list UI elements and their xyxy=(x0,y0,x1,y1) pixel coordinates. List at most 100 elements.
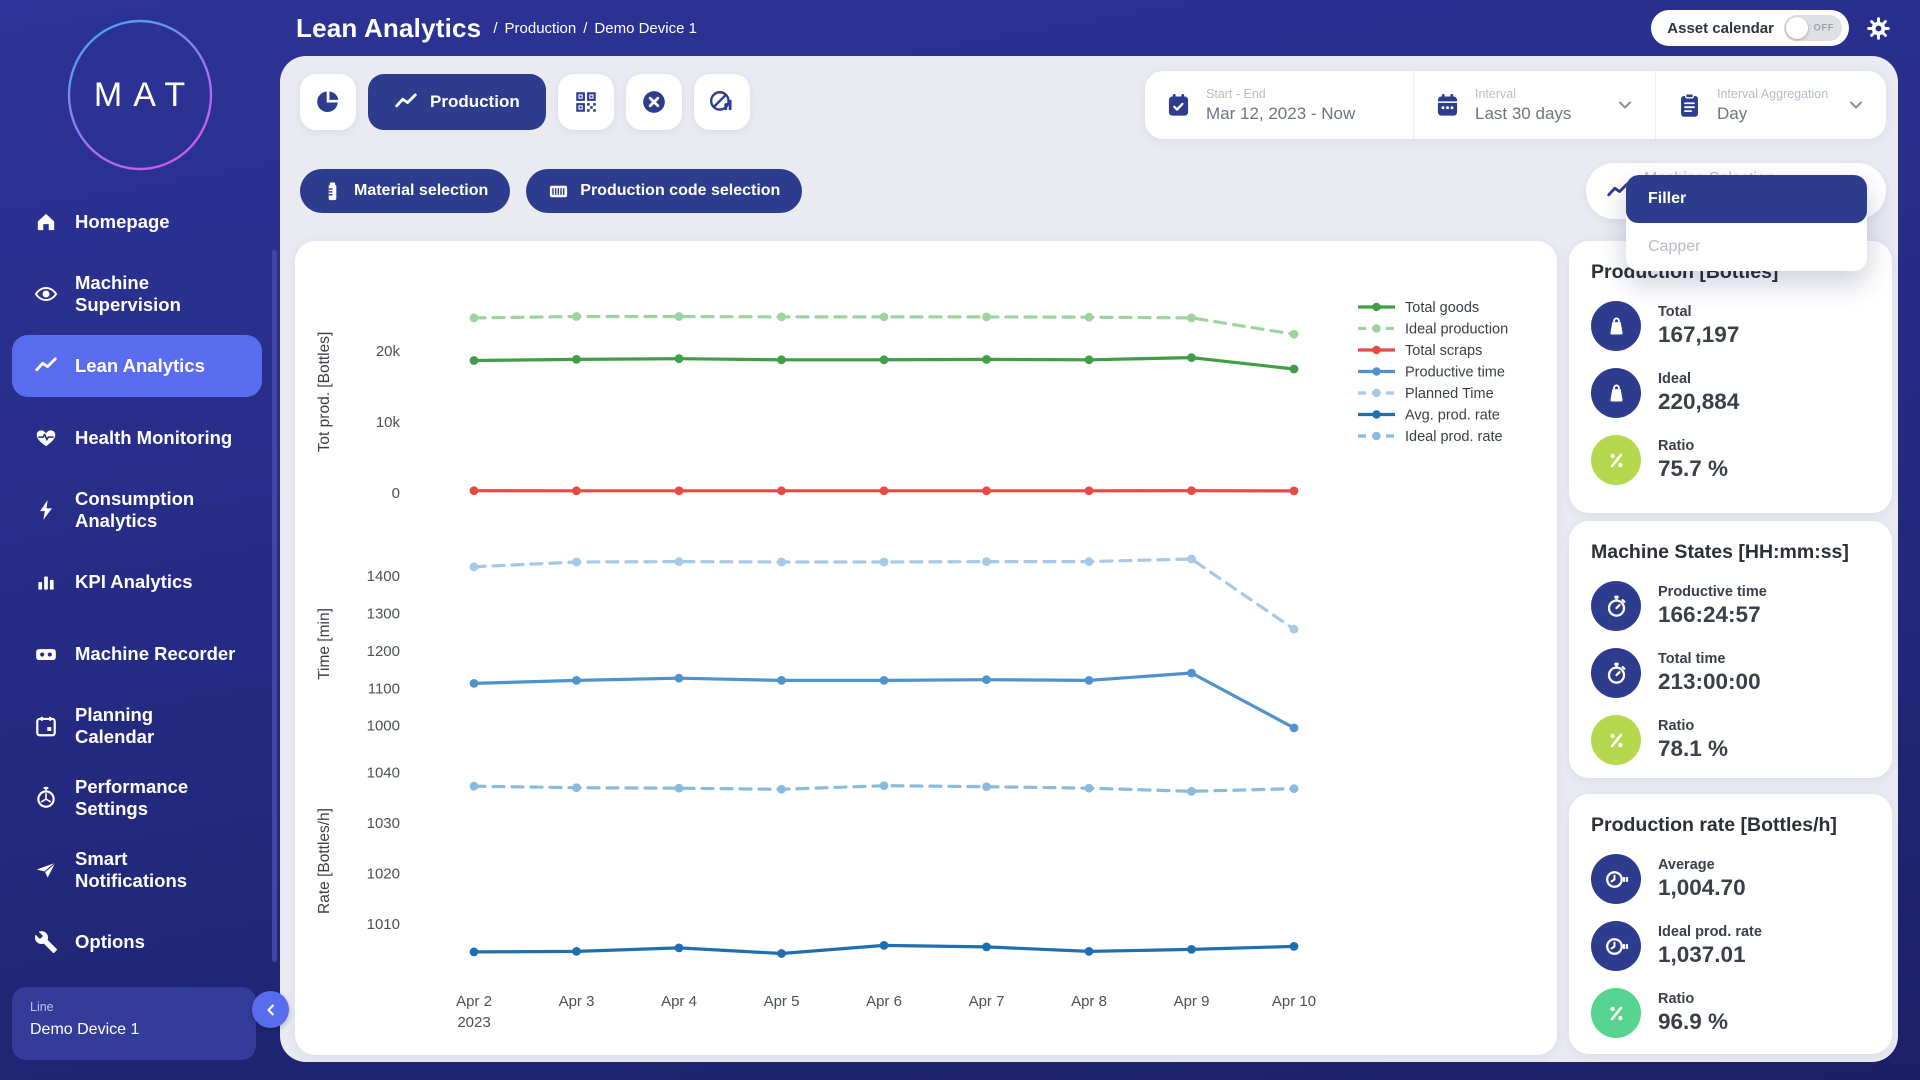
trend-icon xyxy=(394,90,418,114)
breadcrumb-device[interactable]: Demo Device 1 xyxy=(594,20,697,37)
view-tab-group: Production xyxy=(300,74,750,130)
legend-item-avg-prod-rate[interactable]: Avg. prod. rate xyxy=(1358,408,1500,424)
sidebar-item-machine-recorder[interactable]: Machine Recorder xyxy=(0,618,280,690)
chevron-left-icon xyxy=(263,1002,279,1018)
data-point xyxy=(572,947,581,956)
legend-label: Planned Time xyxy=(1405,386,1494,402)
production-tab-label: Production xyxy=(430,92,520,112)
x-circle-icon xyxy=(641,89,667,115)
sidebar-item-options[interactable]: Options xyxy=(0,906,280,978)
x-tick-year-label: 2023 xyxy=(457,1014,490,1031)
data-point xyxy=(1187,787,1196,796)
content: Production Sta xyxy=(280,56,1898,1062)
data-point xyxy=(880,355,889,364)
material-selection-button[interactable]: Material selection xyxy=(300,169,510,213)
sidebar-item-health-monitoring[interactable]: Health Monitoring xyxy=(0,402,280,474)
breadcrumb-production[interactable]: Production xyxy=(505,20,577,37)
interval-picker[interactable]: Interval Last 30 days xyxy=(1413,71,1655,139)
stat-row-ideal-prod-rate: Ideal prod. rate1,037.01 xyxy=(1591,921,1870,971)
legend-item-total-goods[interactable]: Total goods xyxy=(1358,300,1479,316)
sidebar-item-lean-analytics[interactable]: Lean Analytics xyxy=(12,335,262,397)
recorder-icon xyxy=(34,642,58,666)
stat-card-production-rate-bottles-h: Production rate [Bottles/h]Average1,004.… xyxy=(1569,794,1892,1054)
y-tick-label: 1200 xyxy=(367,643,400,660)
clock-speed-icon xyxy=(1604,867,1629,892)
sidebar-item-kpi-analytics[interactable]: KPI Analytics xyxy=(0,546,280,618)
toolbar-row: Production Sta xyxy=(295,71,1892,139)
sidebar-collapse-button[interactable] xyxy=(252,991,289,1028)
stat-value: 167,197 xyxy=(1658,322,1739,348)
chevron-down-icon xyxy=(1846,95,1866,115)
legend-label: Total goods xyxy=(1405,300,1479,316)
x-tick-label: Apr 5 xyxy=(764,993,800,1010)
x-tick-label: Apr 7 xyxy=(969,993,1005,1010)
toggle-state-label: OFF xyxy=(1814,23,1835,34)
production-tab-button[interactable]: Production xyxy=(368,74,546,130)
data-point xyxy=(777,558,786,567)
sidebar-scrollbar[interactable] xyxy=(272,250,277,962)
y-tick-label: 20k xyxy=(376,343,401,360)
chevron-down-icon xyxy=(1615,95,1635,115)
data-point xyxy=(675,312,684,321)
interval-label: Interval xyxy=(1475,87,1571,101)
y-axis-title: Rate [Bottles/h] xyxy=(316,808,333,914)
kpi-icon xyxy=(34,570,58,594)
x-tick-label: Apr 2 xyxy=(456,993,492,1010)
data-point xyxy=(1290,784,1299,793)
brand-text: MAT xyxy=(94,76,196,114)
material-icon xyxy=(322,181,343,202)
y-tick-label: 1010 xyxy=(367,916,400,933)
line-selector[interactable]: Line Demo Device 1 xyxy=(12,987,256,1060)
data-point xyxy=(1290,625,1299,634)
legend-label: Ideal production xyxy=(1405,322,1508,338)
dropdown-option-filler[interactable]: Filler xyxy=(1626,175,1867,223)
production-code-selection-button[interactable]: Production code selection xyxy=(526,169,802,213)
legend-item-productive-time[interactable]: Productive time xyxy=(1358,365,1505,381)
y-axis-title: Tot prod. [Bottles] xyxy=(316,332,333,453)
sidebar-item-consumption-analytics[interactable]: Consumption Analytics xyxy=(0,474,280,546)
pie-chart-button[interactable] xyxy=(300,74,356,130)
legend-item-total-scraps[interactable]: Total scraps xyxy=(1358,343,1482,359)
legend-item-ideal-production[interactable]: Ideal production xyxy=(1358,322,1508,338)
bag-icon xyxy=(1604,314,1629,339)
legend-item-ideal-prod-rate[interactable]: Ideal prod. rate xyxy=(1358,429,1503,445)
asset-calendar-toggle[interactable]: Asset calendar OFF xyxy=(1651,10,1849,46)
bag-icon-circle xyxy=(1591,301,1641,351)
sidebar-item-smart-notifications[interactable]: Smart Notifications xyxy=(0,834,280,906)
sidebar-item-planning-calendar[interactable]: Planning Calendar xyxy=(0,690,280,762)
data-point xyxy=(1290,942,1299,951)
data-point xyxy=(675,557,684,566)
data-point xyxy=(675,674,684,683)
data-point xyxy=(572,558,581,567)
data-point xyxy=(675,944,684,953)
aggregation-picker[interactable]: Interval Aggregation Day xyxy=(1655,71,1886,139)
brand-logo: MAT xyxy=(65,16,215,174)
legend-item-planned-time[interactable]: Planned Time xyxy=(1358,386,1494,402)
sidebar-item-label: Planning Calendar xyxy=(75,704,154,748)
report-button[interactable] xyxy=(694,74,750,130)
y-tick-label: 1000 xyxy=(367,718,400,735)
gauge-icon xyxy=(34,786,58,810)
clear-button[interactable] xyxy=(626,74,682,130)
sidebar-item-homepage[interactable]: Homepage xyxy=(0,186,280,258)
legend-label: Productive time xyxy=(1405,365,1505,381)
x-tick-label: Apr 4 xyxy=(661,993,697,1010)
clipboard-icon xyxy=(1676,92,1703,119)
settings-gear-icon[interactable] xyxy=(1865,15,1892,42)
sidebar-item-performance-settings[interactable]: Performance Settings xyxy=(0,762,280,834)
stat-value: 213:00:00 xyxy=(1658,669,1761,695)
qr-code-button[interactable] xyxy=(558,74,614,130)
sidebar-item-machine-supervision[interactable]: Machine Supervision xyxy=(0,258,280,330)
sidebar-item-label: Smart Notifications xyxy=(75,848,187,892)
stat-label: Ideal xyxy=(1658,371,1739,387)
stat-label: Ratio xyxy=(1658,991,1728,1007)
stat-card-title: Production rate [Bottles/h] xyxy=(1591,814,1870,837)
stat-label: Ratio xyxy=(1658,718,1728,734)
toggle-switch[interactable]: OFF xyxy=(1784,15,1842,41)
pie-chart-icon xyxy=(315,89,341,115)
stat-label: Total time xyxy=(1658,651,1761,667)
dropdown-option-capper[interactable]: Capper xyxy=(1626,223,1867,271)
start-end-picker[interactable]: Start - End Mar 12, 2023 - Now xyxy=(1145,71,1413,139)
data-point xyxy=(572,486,581,495)
x-tick-label: Apr 10 xyxy=(1272,993,1316,1010)
